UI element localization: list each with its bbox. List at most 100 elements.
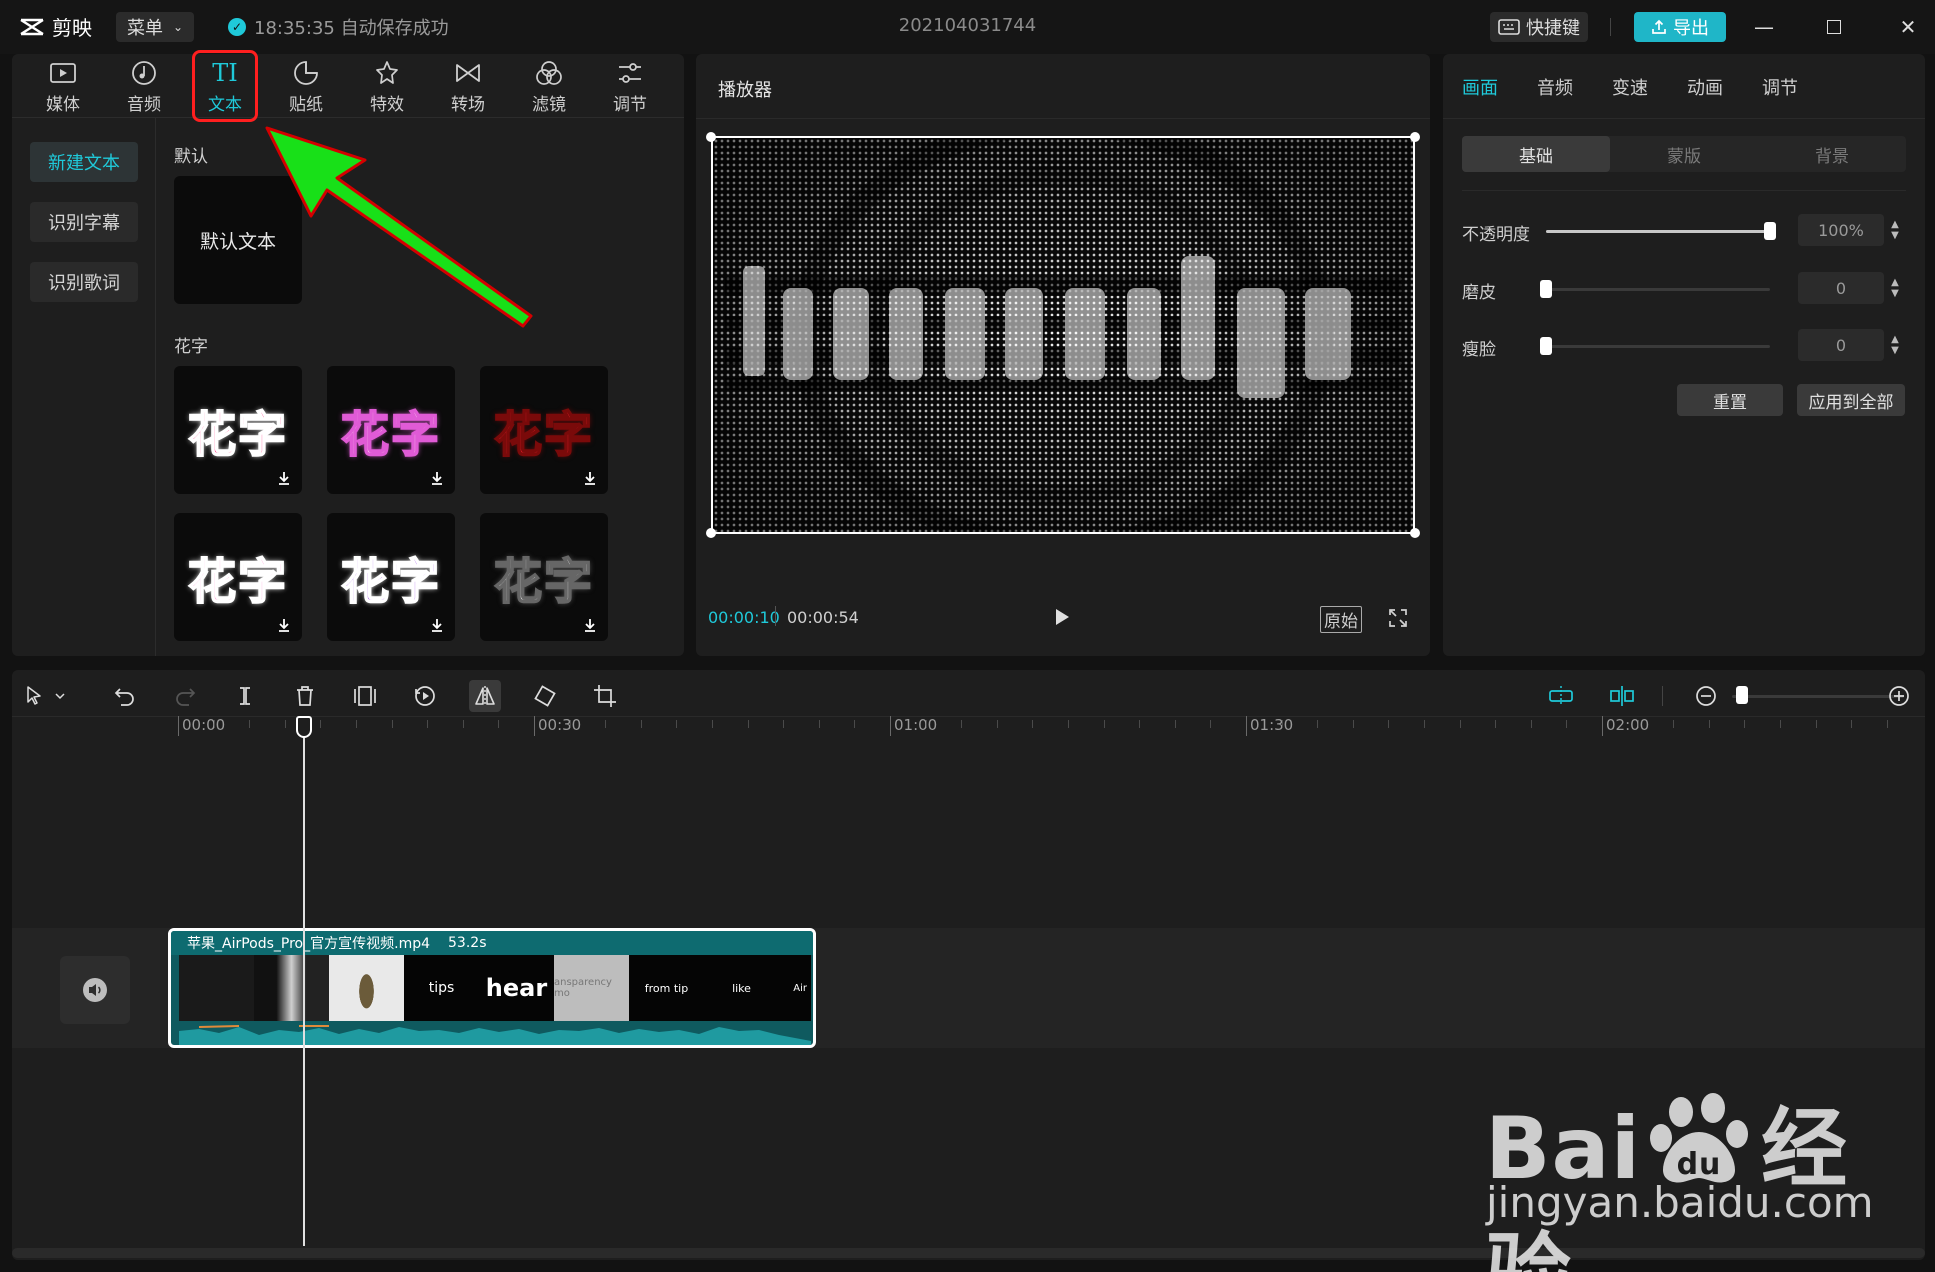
fancy-text-tile[interactable]: 花字 [174,513,302,641]
tile-label: 花字 [340,406,441,464]
resize-handle[interactable] [706,528,716,538]
segment-basic[interactable]: 基础 [1462,136,1610,172]
reverse-button[interactable] [409,680,441,712]
resize-handle[interactable] [1410,528,1420,538]
tab-effects[interactable]: 特效 [352,60,422,116]
ruler-minor-tick [1388,720,1389,728]
ruler-minor-tick [676,720,677,728]
segment-mask[interactable]: 蒙版 [1610,136,1758,172]
apply-all-button[interactable]: 应用到全部 [1797,384,1905,416]
delete-button[interactable] [289,680,321,712]
ruler-minor-tick [285,720,286,728]
download-icon[interactable] [276,617,292,633]
tab-adjust[interactable]: 调节 [595,60,665,116]
tab-speed[interactable]: 变速 [1612,74,1648,100]
download-icon[interactable] [429,617,445,633]
crop-icon [594,685,616,707]
keyboard-icon [1498,19,1520,35]
ruler-minor-tick [1175,720,1176,728]
ruler-minor-tick [1744,720,1745,728]
ruler-minor-tick [712,720,713,728]
video-preview[interactable] [711,136,1415,534]
playhead-handle[interactable] [296,716,312,738]
linkage-button[interactable] [1606,680,1638,712]
tab-filter[interactable]: 滤镜 [514,60,584,116]
download-icon[interactable] [582,470,598,486]
tab-sticker[interactable]: 贴纸 [271,60,341,116]
property-slider-knob[interactable] [1540,337,1552,355]
filter-icon [535,60,563,86]
tab-audio-props[interactable]: 音频 [1537,74,1573,100]
export-button[interactable]: 导出 [1634,12,1726,42]
video-clip[interactable]: 苹果_AirPods_Pro_官方宣传视频.mp4 53.2s tips hea… [168,928,816,1048]
ruler-minor-tick [854,720,855,728]
zoom-out-button[interactable] [1690,680,1722,712]
ruler-minor-tick [1210,720,1211,728]
mirror-button[interactable] [469,680,501,712]
property-value-input[interactable]: 0 [1798,329,1884,361]
fancy-text-tile[interactable]: 花字 [480,366,608,494]
play-button[interactable] [1052,606,1072,632]
redo-button[interactable] [169,680,201,712]
tab-audio[interactable]: 音频 [109,60,179,116]
crop-button[interactable] [589,680,621,712]
download-icon[interactable] [276,470,292,486]
zoom-slider-knob[interactable] [1736,686,1748,704]
ruler-minor-tick [1460,720,1461,728]
segment-background[interactable]: 背景 [1758,136,1906,172]
tab-canvas[interactable]: 画面 [1462,74,1498,100]
ruler-tick [1602,716,1603,736]
shortcut-button[interactable]: 快捷键 [1490,12,1588,42]
property-slider-knob[interactable] [1764,222,1776,240]
properties-divider [1462,190,1906,191]
resize-handle[interactable] [1410,132,1420,142]
property-value-input[interactable]: 0 [1798,272,1884,304]
mute-track-button[interactable] [60,956,130,1024]
download-icon[interactable] [582,617,598,633]
property-label: 瘦脸 [1462,340,1496,360]
stepper-icon[interactable]: ▲ ▼ [1887,272,1903,304]
minimize-button[interactable]: — [1749,12,1779,42]
zoom-in-button[interactable] [1883,680,1915,712]
zoom-slider[interactable] [1732,695,1904,698]
playhead[interactable] [303,718,305,1246]
clip-thumbnails: tips hear ansparency mo from tip like Ai… [179,955,811,1021]
fancy-text-tile[interactable]: 花字 [327,366,455,494]
aspect-ratio-button[interactable]: 原始 [1320,606,1362,633]
ruler-minor-tick [641,720,642,728]
tab-animation[interactable]: 动画 [1687,74,1723,100]
property-slider-knob[interactable] [1540,280,1552,298]
fancy-text-tile[interactable]: 花字 [480,513,608,641]
sidebar-item-recognize-subtitles[interactable]: 识别字幕 [30,202,138,242]
tab-media[interactable]: 媒体 [28,60,98,116]
sidebar-item-recognize-lyrics[interactable]: 识别歌词 [30,262,138,302]
snap-button[interactable] [1545,680,1577,712]
tab-transition[interactable]: 转场 [433,60,503,116]
reset-button[interactable]: 重置 [1677,384,1783,416]
fancy-text-tile[interactable]: 花字 [327,513,455,641]
undo-button[interactable] [109,680,141,712]
fancy-text-tile[interactable]: 花字 [174,366,302,494]
freeze-frame-button[interactable] [349,680,381,712]
ruler-minor-tick [1780,720,1781,728]
property-slider[interactable] [1546,345,1770,348]
sidebar-item-new-text[interactable]: 新建文本 [30,142,138,182]
maximize-button[interactable] [1819,12,1849,42]
property-slider[interactable] [1546,288,1770,291]
tab-adjust-props[interactable]: 调节 [1762,74,1798,100]
stepper-icon[interactable]: ▲ ▼ [1887,214,1903,246]
stepper-icon[interactable]: ▲ ▼ [1887,329,1903,361]
tool-tabs: 媒体 音频 TI 文本 贴纸 特效 转场 滤镜 调节 [12,54,684,118]
split-button[interactable] [229,680,261,712]
ruler-tick [178,716,179,736]
close-icon: ✕ [1899,15,1917,39]
close-button[interactable]: ✕ [1893,12,1923,42]
rotate-button[interactable] [529,680,561,712]
tab-label: 特效 [370,95,404,115]
cursor-icon [27,686,65,705]
property-value-input[interactable]: 100% [1798,214,1884,246]
fullscreen-button[interactable] [1388,608,1408,632]
resize-handle[interactable] [706,132,716,142]
download-icon[interactable] [429,470,445,486]
select-tool-button[interactable] [20,680,72,712]
